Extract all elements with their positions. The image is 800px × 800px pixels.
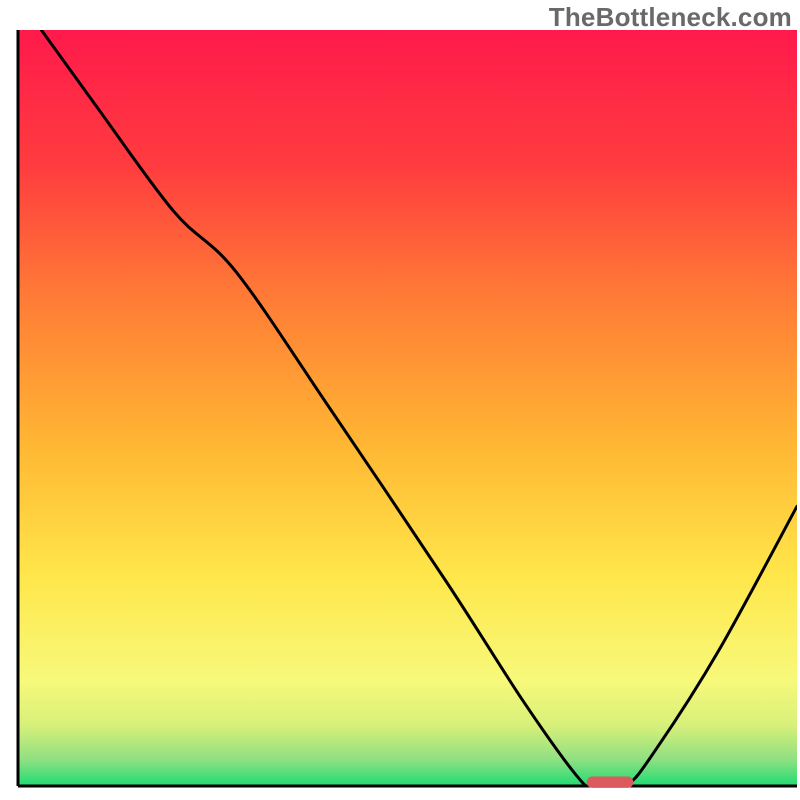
optimal-marker [587,777,634,788]
watermark-text: TheBottleneck.com [549,2,792,33]
gradient-background [18,30,797,786]
chart-stage: TheBottleneck.com [0,0,800,800]
chart-svg [0,0,800,800]
